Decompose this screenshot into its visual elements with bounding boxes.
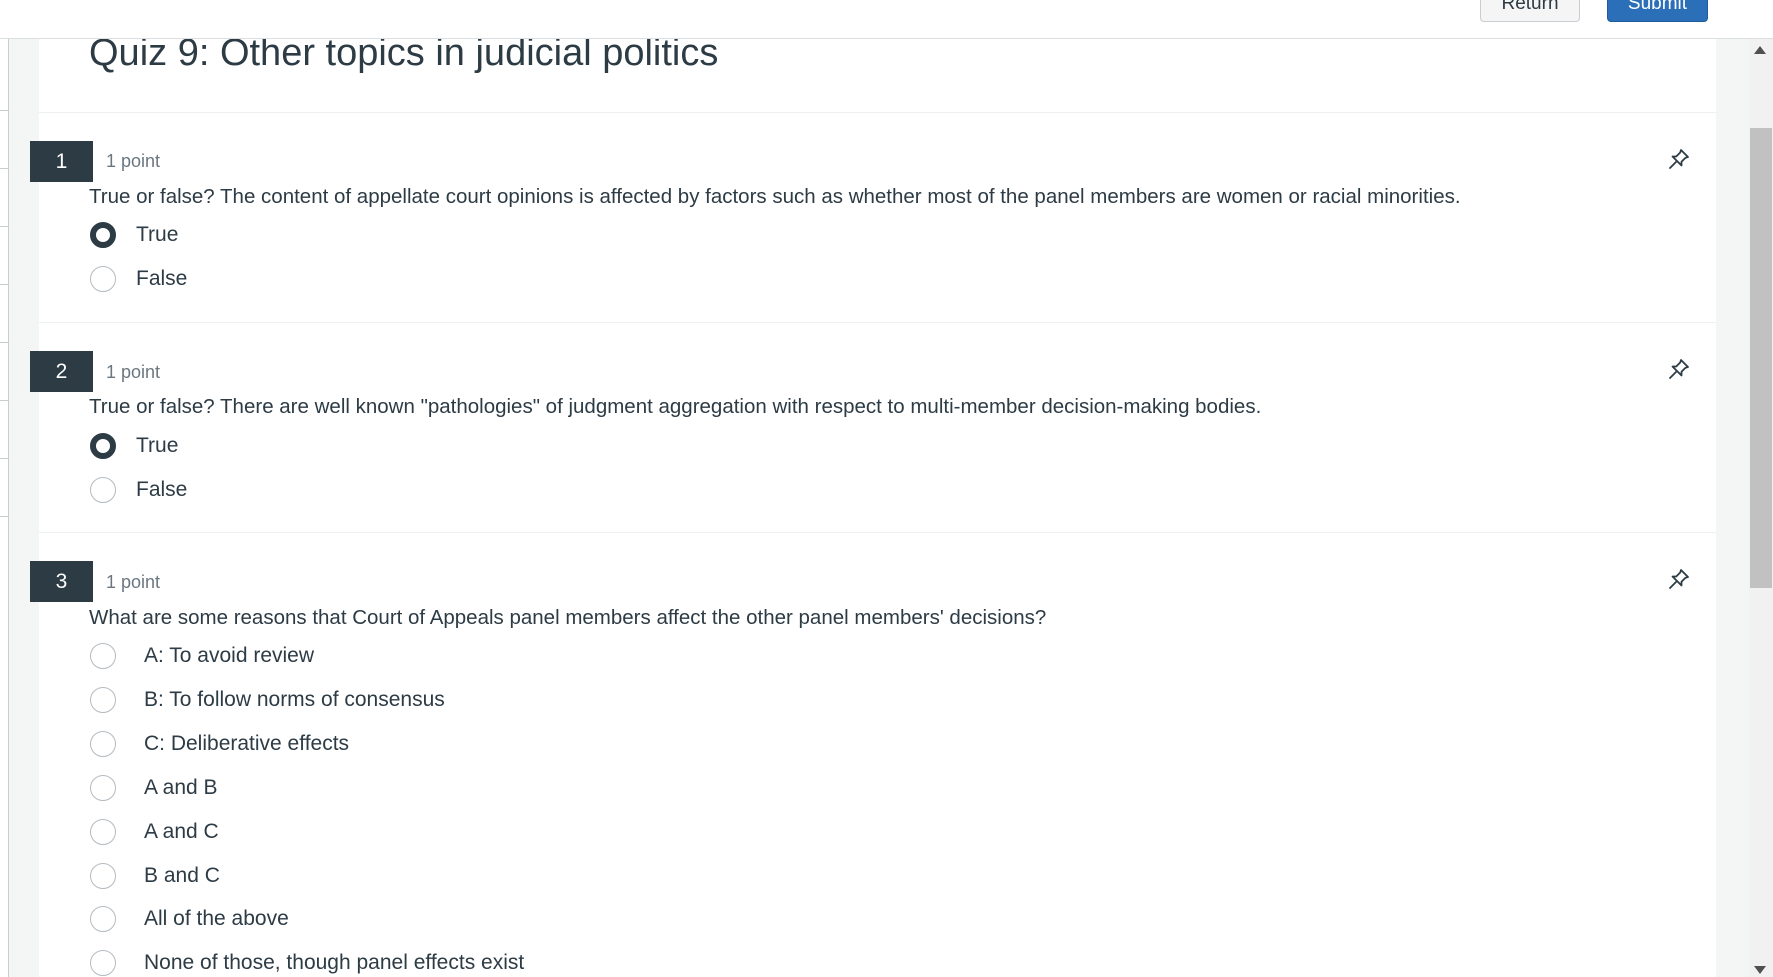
rail-divider xyxy=(0,226,8,227)
rail-divider xyxy=(0,168,8,169)
rail-divider xyxy=(0,458,8,459)
option-label[interactable]: False xyxy=(136,267,187,291)
question-number: 2 xyxy=(30,351,93,392)
scrollbar-thumb[interactable] xyxy=(1750,128,1772,588)
option-label[interactable]: A and B xyxy=(144,776,218,800)
question-text: True or false? The content of appellate … xyxy=(89,185,1461,208)
radio-false[interactable] xyxy=(90,266,116,292)
rail-divider xyxy=(0,516,8,517)
question-text: What are some reasons that Court of Appe… xyxy=(89,606,1047,629)
submit-button[interactable]: Submit xyxy=(1607,0,1708,22)
option-label[interactable]: False xyxy=(136,478,187,502)
option-label[interactable]: True xyxy=(136,223,178,247)
rail-divider xyxy=(0,110,8,111)
option-label[interactable]: C: Deliberative effects xyxy=(144,732,349,756)
radio-option-none[interactable] xyxy=(90,950,116,976)
rail-divider xyxy=(0,400,8,401)
option-label[interactable]: None of those, though panel effects exis… xyxy=(144,951,524,975)
divider xyxy=(39,532,1716,533)
divider xyxy=(39,112,1716,113)
pin-icon[interactable] xyxy=(1667,357,1691,381)
question-points: 1 point xyxy=(106,572,161,592)
question-points: 1 point xyxy=(106,151,161,171)
radio-option-c[interactable] xyxy=(90,731,116,757)
radio-option-all[interactable] xyxy=(90,906,116,932)
option-label[interactable]: A: To avoid review xyxy=(144,644,314,668)
pin-icon[interactable] xyxy=(1667,147,1691,171)
option-label[interactable]: A and C xyxy=(144,820,219,844)
option-label[interactable]: All of the above xyxy=(144,907,289,931)
question-text: True or false? There are well known "pat… xyxy=(89,395,1262,418)
chevron-down-icon[interactable] xyxy=(1754,966,1766,974)
divider xyxy=(39,322,1716,323)
chevron-up-icon[interactable] xyxy=(1754,46,1766,54)
rail-divider xyxy=(0,342,8,343)
left-rail xyxy=(0,38,9,977)
pin-icon[interactable] xyxy=(1667,567,1691,591)
radio-true[interactable] xyxy=(90,222,116,248)
quiz-card xyxy=(39,38,1716,977)
question-number: 3 xyxy=(30,561,93,602)
return-button[interactable]: Return xyxy=(1480,0,1580,22)
radio-option-a-and-b[interactable] xyxy=(90,775,116,801)
option-label[interactable]: B: To follow norms of consensus xyxy=(144,688,445,712)
radio-false[interactable] xyxy=(90,477,116,503)
option-label[interactable]: True xyxy=(136,434,178,458)
rail-divider xyxy=(0,284,8,285)
radio-option-b[interactable] xyxy=(90,687,116,713)
radio-option-b-and-c[interactable] xyxy=(90,863,116,889)
radio-option-a-and-c[interactable] xyxy=(90,819,116,845)
radio-true[interactable] xyxy=(90,433,116,459)
option-label[interactable]: B and C xyxy=(144,864,220,888)
question-number: 1 xyxy=(30,141,93,182)
top-bar: Return Submit xyxy=(0,0,1773,39)
radio-option-a[interactable] xyxy=(90,643,116,669)
question-points: 1 point xyxy=(106,362,161,382)
